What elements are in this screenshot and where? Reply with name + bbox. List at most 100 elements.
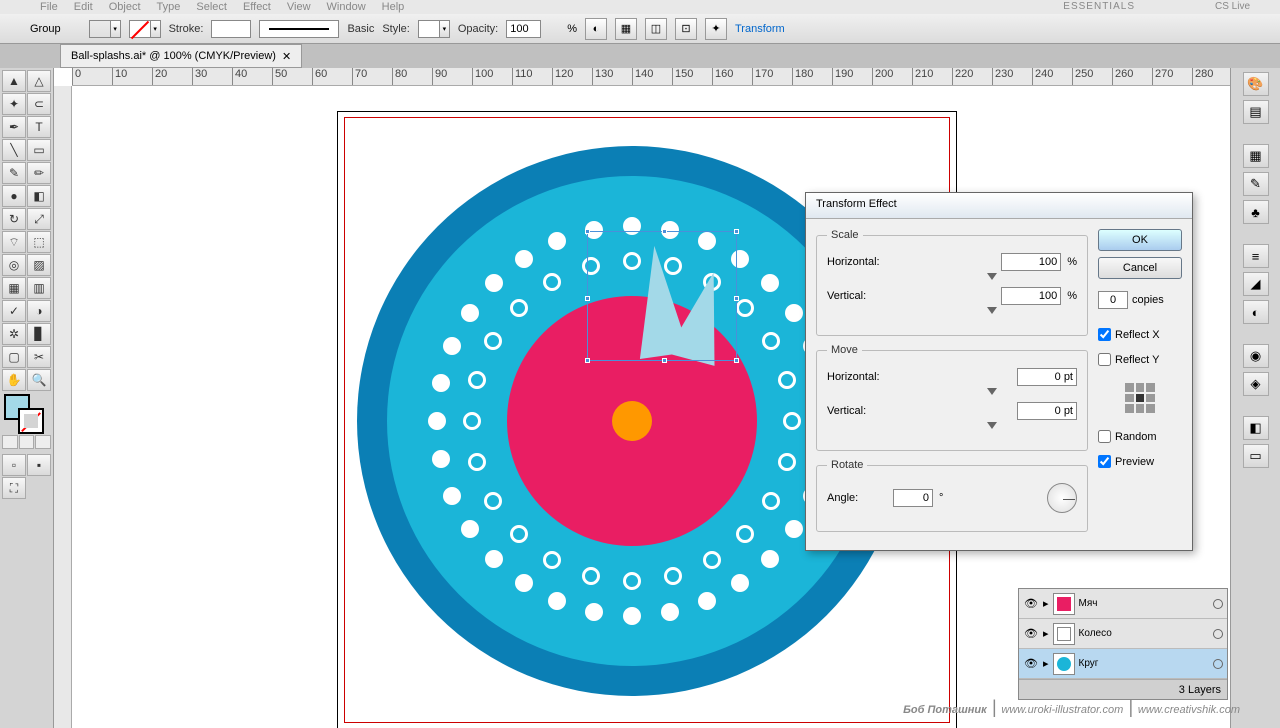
workspace-switcher[interactable]: ESSENTIALS (1063, 1, 1135, 12)
menu-help[interactable]: Help (382, 1, 405, 13)
menu-select[interactable]: Select (196, 1, 227, 13)
menu-object[interactable]: Object (109, 1, 141, 13)
paintbrush-tool[interactable]: ✎ (2, 162, 26, 184)
style-swatch[interactable] (418, 20, 440, 38)
scale-tool[interactable]: ⤢ (27, 208, 51, 230)
mesh-tool[interactable]: ▦ (2, 277, 26, 299)
stroke-weight-input[interactable] (211, 20, 251, 38)
color-mode-icon[interactable] (2, 435, 18, 449)
blend-tool[interactable]: ◑ (27, 300, 51, 322)
stroke-swatch[interactable] (129, 20, 151, 38)
menu-effect[interactable]: Effect (243, 1, 271, 13)
selection-tool[interactable]: ▲ (2, 70, 26, 92)
opacity-input[interactable] (506, 20, 541, 38)
symbol-sprayer-tool[interactable]: ✲ (2, 323, 26, 345)
recolor-icon[interactable]: ◐ (585, 18, 607, 40)
zoom-tool[interactable]: 🔍 (27, 369, 51, 391)
random-checkbox[interactable] (1098, 430, 1111, 443)
move-h-slider[interactable] (897, 390, 1077, 396)
transparency-panel-icon[interactable]: ◐ (1243, 300, 1269, 324)
scale-v-input[interactable] (1001, 287, 1061, 305)
close-tab-icon[interactable]: ✕ (282, 50, 291, 63)
reflect-y-checkbox[interactable] (1098, 353, 1111, 366)
artboard-tool[interactable]: ▢ (2, 346, 26, 368)
style-dropdown[interactable] (440, 20, 450, 38)
preview-checkbox[interactable] (1098, 455, 1111, 468)
scale-h-slider[interactable] (897, 275, 1077, 281)
target-icon[interactable] (1213, 629, 1223, 639)
copies-input[interactable] (1098, 291, 1128, 309)
scale-h-input[interactable] (1001, 253, 1061, 271)
stroke-color-box[interactable] (18, 408, 44, 434)
cancel-button[interactable]: Cancel (1098, 257, 1182, 279)
menu-file[interactable]: File (40, 1, 58, 13)
cs-live[interactable]: CS Live (1215, 1, 1250, 12)
draw-behind-icon[interactable]: ▪ (27, 454, 51, 476)
symbols-panel-icon[interactable]: ♣ (1243, 200, 1269, 224)
stroke-dropdown[interactable] (151, 20, 161, 38)
anchor-grid[interactable] (1125, 383, 1155, 413)
transform-icon[interactable]: ◫ (645, 18, 667, 40)
visibility-icon[interactable]: 👁 (1023, 597, 1039, 610)
layer-row[interactable]: 👁 ▸ Мяч (1019, 589, 1227, 619)
expand-icon[interactable]: ▸ (1043, 657, 1049, 670)
fill-dropdown[interactable] (111, 20, 121, 38)
align-icon[interactable]: ▦ (615, 18, 637, 40)
gradient-mode-icon[interactable] (19, 435, 35, 449)
gradient-tool[interactable]: ▥ (27, 277, 51, 299)
layer-row[interactable]: 👁 ▸ Колесо (1019, 619, 1227, 649)
shape-builder-tool[interactable]: ◎ (2, 254, 26, 276)
eraser-tool[interactable]: ◧ (27, 185, 51, 207)
color-picker[interactable] (2, 392, 51, 432)
none-mode-icon[interactable] (35, 435, 51, 449)
visibility-icon[interactable]: 👁 (1023, 657, 1039, 670)
reflect-x-checkbox[interactable] (1098, 328, 1111, 341)
menu-type[interactable]: Type (157, 1, 181, 13)
color-guide-panel-icon[interactable]: ▤ (1243, 100, 1269, 124)
gradient-panel-icon[interactable]: ◢ (1243, 272, 1269, 296)
graphic-styles-panel-icon[interactable]: ◈ (1243, 372, 1269, 396)
brushes-panel-icon[interactable]: ✎ (1243, 172, 1269, 196)
scale-v-slider[interactable] (897, 309, 1077, 315)
perspective-tool[interactable]: ▨ (27, 254, 51, 276)
expand-icon[interactable]: ▸ (1043, 627, 1049, 640)
angle-input[interactable] (893, 489, 933, 507)
screen-mode-icon[interactable]: ⛶ (2, 477, 26, 499)
isolate-icon[interactable]: ⊡ (675, 18, 697, 40)
target-icon[interactable] (1213, 599, 1223, 609)
draw-normal-icon[interactable]: ▫ (2, 454, 26, 476)
graph-tool[interactable]: ▊ (27, 323, 51, 345)
blob-brush-tool[interactable]: ● (2, 185, 26, 207)
appearance-panel-icon[interactable]: ◉ (1243, 344, 1269, 368)
ok-button[interactable]: OK (1098, 229, 1182, 251)
rectangle-tool[interactable]: ▭ (27, 139, 51, 161)
visibility-icon[interactable]: 👁 (1023, 627, 1039, 640)
brush-preview[interactable] (259, 20, 339, 38)
layers-panel-icon[interactable]: ◧ (1243, 416, 1269, 440)
menu-edit[interactable]: Edit (74, 1, 93, 13)
pen-tool[interactable]: ✒ (2, 116, 26, 138)
transform-link[interactable]: Transform (735, 23, 785, 35)
expand-icon[interactable]: ▸ (1043, 597, 1049, 610)
magic-wand-tool[interactable]: ✦ (2, 93, 26, 115)
hand-tool[interactable]: ✋ (2, 369, 26, 391)
document-tab[interactable]: Ball-splashs.ai* @ 100% (CMYK/Preview) ✕ (60, 44, 302, 68)
move-h-input[interactable] (1017, 368, 1077, 386)
slice-tool[interactable]: ✂ (27, 346, 51, 368)
fill-swatch[interactable] (89, 20, 111, 38)
layer-row[interactable]: 👁 ▸ Круг (1019, 649, 1227, 679)
direct-selection-tool[interactable]: △ (27, 70, 51, 92)
swatches-panel-icon[interactable]: ▦ (1243, 144, 1269, 168)
move-v-input[interactable] (1017, 402, 1077, 420)
free-transform-tool[interactable]: ⬚ (27, 231, 51, 253)
line-tool[interactable]: ╲ (2, 139, 26, 161)
width-tool[interactable]: ⌔ (2, 231, 26, 253)
rotate-tool[interactable]: ↻ (2, 208, 26, 230)
rotate-wheel[interactable] (1047, 483, 1077, 513)
lasso-tool[interactable]: ⊂ (27, 93, 51, 115)
eyedropper-tool[interactable]: ✓ (2, 300, 26, 322)
pencil-tool[interactable]: ✏ (27, 162, 51, 184)
edit-icon[interactable]: ✦ (705, 18, 727, 40)
color-panel-icon[interactable]: 🎨 (1243, 72, 1269, 96)
menu-window[interactable]: Window (327, 1, 366, 13)
